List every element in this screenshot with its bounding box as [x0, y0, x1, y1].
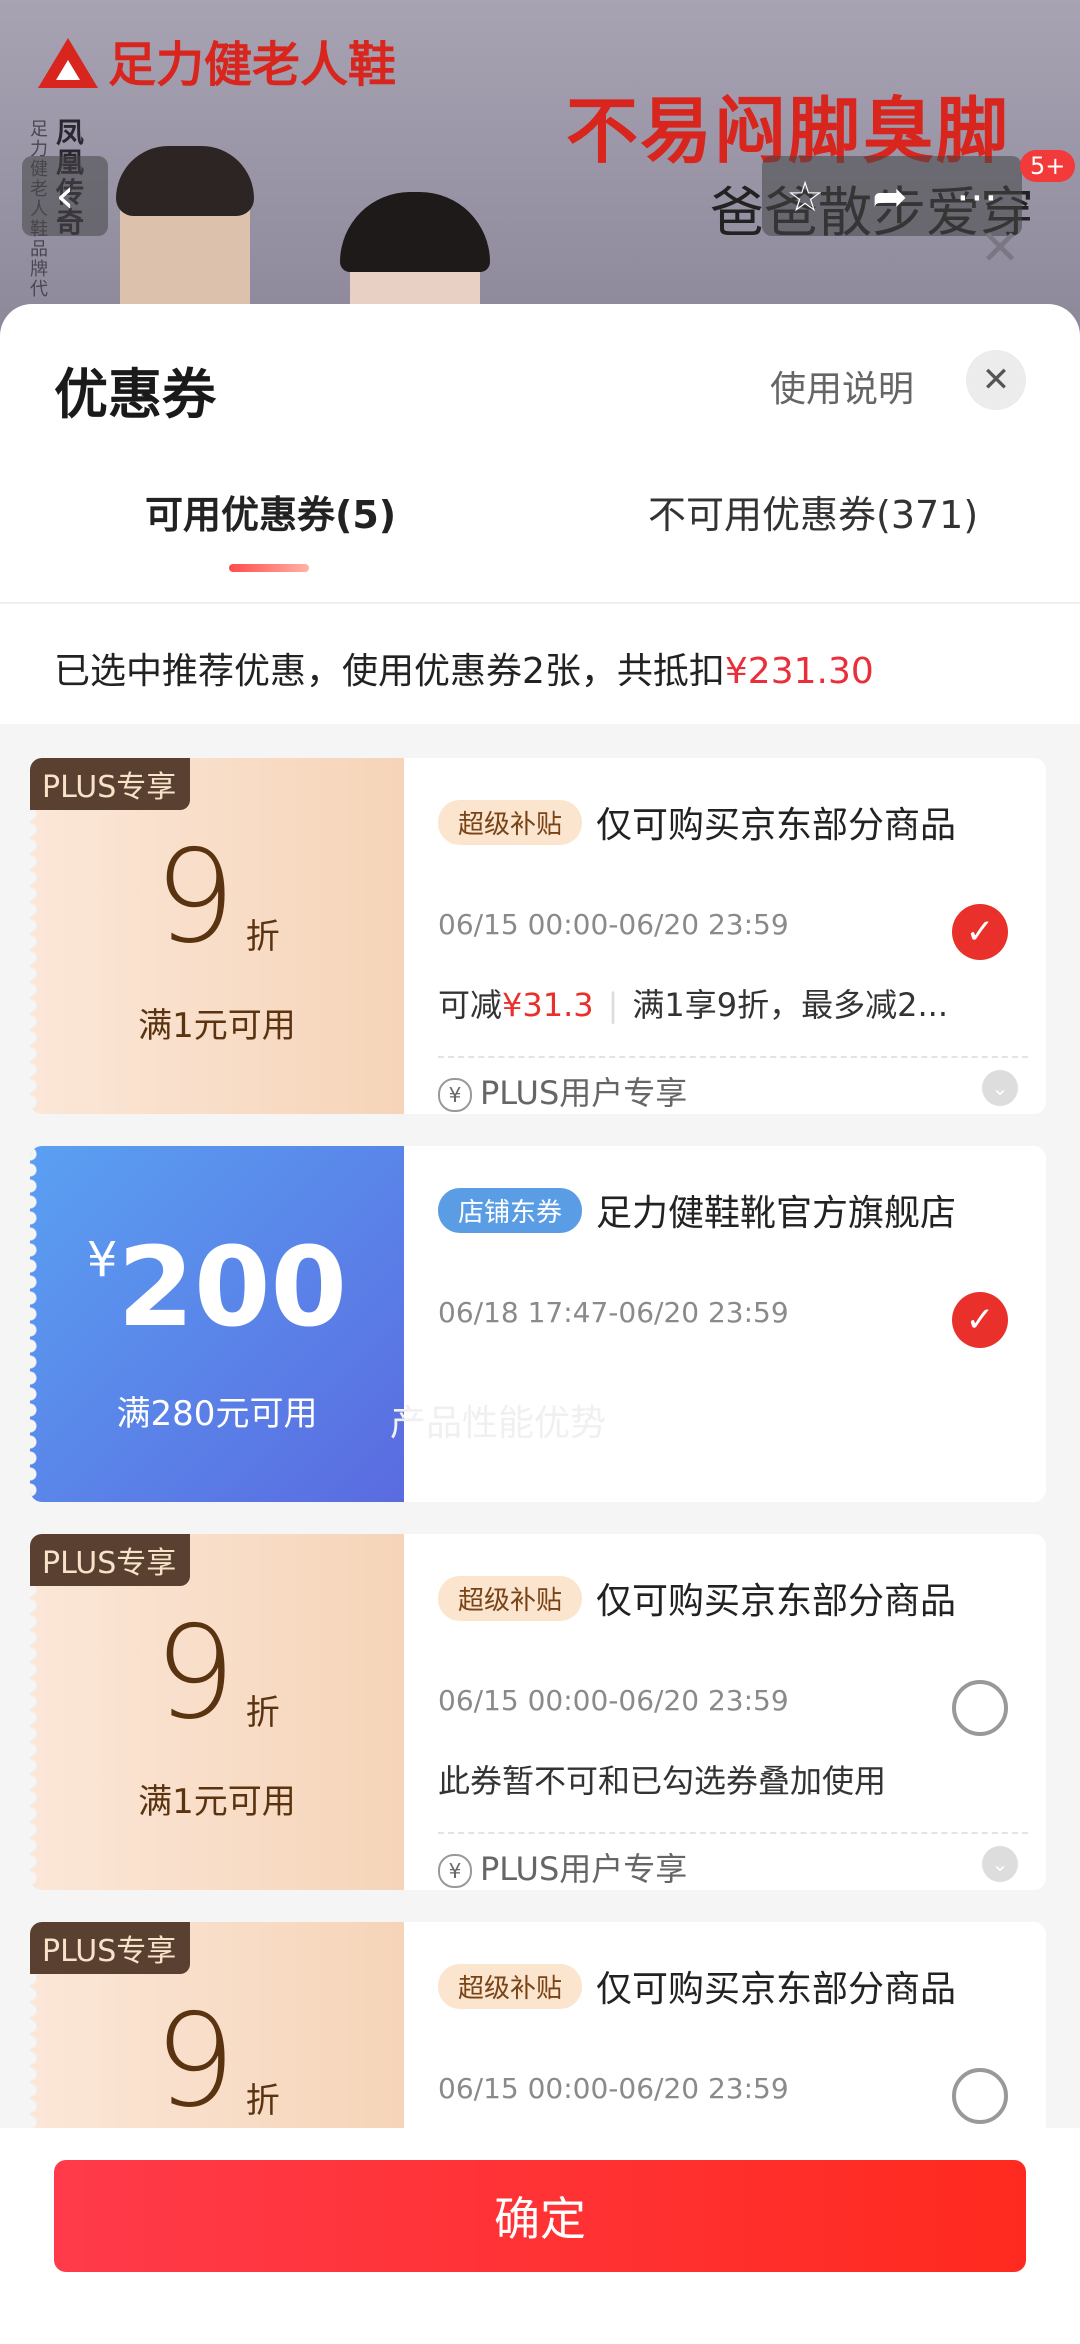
- coupon-amount: ¥200: [30, 1232, 404, 1342]
- coupon-condition: 满280元可用: [116, 1394, 318, 1434]
- brand-name: 足力健老人鞋: [108, 37, 397, 93]
- coupon-validity: 06/15 00:00-06/20 23:59: [438, 908, 789, 941]
- coupon-type-tag: 店铺东券: [438, 1187, 583, 1233]
- discount-number: 9: [154, 1599, 236, 1748]
- divider: [0, 602, 1080, 604]
- yen-icon: ¥: [438, 1854, 472, 1888]
- coupon-condition: 满1元可用: [138, 1782, 296, 1822]
- product-banner: 足力健老人鞋 足力健老人鞋品牌代 凤凰传奇 不易闷脚臭脚 爸爸散步爱穿 ‹ ☆ …: [0, 0, 1080, 340]
- coupon-stack-notice: 此券暂不可和已勾选券叠加使用: [438, 1762, 887, 1800]
- reduce-rule: 满1享9折，最多减2...: [632, 986, 949, 1024]
- message-badge: 5+: [1020, 150, 1076, 182]
- coupon-sheet: 优惠券 使用说明 ✕ 可用优惠券(5) 不可用优惠券(371) 已选中推荐优惠，…: [0, 304, 1080, 2344]
- tab-available-coupons[interactable]: 可用优惠券(5): [145, 484, 396, 539]
- discount-value: 9折: [30, 834, 404, 962]
- coupon-value-panel: ¥200 满280元可用: [30, 1146, 404, 1502]
- discount-value: 9折: [30, 1998, 404, 2126]
- coupon-value-panel: PLUS专享 9折 满1元可用: [30, 1534, 404, 1890]
- coupon-reduction: 可减¥31.3 | 满1享9折，最多减2...: [438, 980, 948, 1026]
- brand-logo: 足力健老人鞋: [38, 25, 396, 95]
- more-icon[interactable]: ⋯: [956, 172, 998, 221]
- coupon-details: 超级补贴 仅可购买京东部分商品 06/15 00:00-06/20 23:59 ✓…: [404, 758, 1046, 1114]
- brand-logo-icon: [38, 32, 98, 88]
- coupon-type-tag: 超级补贴: [438, 1963, 583, 2009]
- currency-symbol: ¥: [86, 1232, 118, 1288]
- confirm-button[interactable]: 确定: [54, 2160, 1026, 2272]
- check-icon: ✓: [965, 912, 995, 952]
- selection-summary: 已选中推荐优惠，使用优惠券2张，共抵扣¥231.30: [54, 642, 874, 694]
- coupon-validity: 06/15 00:00-06/20 23:59: [438, 1684, 789, 1717]
- coupon-card[interactable]: ¥200 满280元可用 店铺东券 足力健鞋靴官方旗舰店 06/18 17:47-…: [30, 1146, 1046, 1502]
- plus-user-text: PLUS用户专享: [480, 1850, 688, 1888]
- chevron-down-icon[interactable]: ⌄: [982, 1846, 1018, 1882]
- close-button[interactable]: ✕: [966, 350, 1026, 410]
- dashed-divider: [438, 1832, 1028, 1834]
- coupon-title: 仅可购买京东部分商品: [596, 1969, 957, 2010]
- plus-user-note: ¥ PLUS用户专享: [438, 1068, 687, 1114]
- amount-number: 200: [117, 1223, 348, 1351]
- coupon-value-panel: PLUS专享 9折: [30, 1922, 404, 2144]
- discount-unit: 折: [245, 2081, 280, 2121]
- plus-exclusive-tag: PLUS专享: [30, 758, 191, 810]
- coupon-title: 仅可购买京东部分商品: [596, 1581, 957, 1622]
- coupon-card[interactable]: PLUS专享 9折 满1元可用 超级补贴 仅可购买京东部分商品 06/15 00:…: [30, 758, 1046, 1114]
- coupon-details: 店铺东券 足力健鞋靴官方旗舰店 06/18 17:47-06/20 23:59 ✓: [404, 1146, 1046, 1502]
- close-icon: ✕: [981, 360, 1011, 400]
- coupon-card[interactable]: PLUS专享 9折 满1元可用 超级补贴 仅可购买京东部分商品 06/15 00:…: [30, 1534, 1046, 1890]
- bottom-bar: 确定: [0, 2128, 1080, 2344]
- coupon-type-tag: 超级补贴: [438, 1575, 583, 1621]
- coupon-card[interactable]: PLUS专享 9折 超级补贴 仅可购买京东部分商品 06/15 00:00-06/…: [30, 1922, 1046, 2144]
- discount-number: 9: [154, 1987, 236, 2136]
- close-icon: ✕: [980, 220, 1021, 276]
- coupon-checkbox[interactable]: ✓: [952, 904, 1008, 960]
- coupon-headline: 超级补贴 仅可购买京东部分商品: [438, 1960, 956, 2012]
- plus-exclusive-tag: PLUS专享: [30, 1922, 191, 1974]
- plus-user-note: ¥ PLUS用户专享: [438, 1844, 687, 1890]
- coupon-title: 仅可购买京东部分商品: [596, 805, 957, 846]
- yen-icon: ¥: [438, 1078, 472, 1112]
- watermark: 产品性能优势: [390, 1403, 607, 1444]
- discount-value: 9折: [30, 1610, 404, 1738]
- coupon-headline: 超级补贴 仅可购买京东部分商品: [438, 796, 956, 848]
- coupon-headline: 超级补贴 仅可购买京东部分商品: [438, 1572, 956, 1624]
- discount-number: 9: [154, 823, 236, 972]
- sheet-title: 优惠券: [54, 363, 216, 426]
- active-tab-indicator: [229, 564, 309, 572]
- coupon-condition: 满1元可用: [138, 1006, 296, 1046]
- chevron-down-icon[interactable]: ⌄: [982, 1070, 1018, 1106]
- check-icon: ✓: [965, 1300, 995, 1340]
- coupon-headline: 店铺东券 足力健鞋靴官方旗舰店: [438, 1184, 956, 1236]
- back-button[interactable]: ‹: [22, 156, 108, 236]
- discount-unit: 折: [245, 917, 280, 957]
- reduce-prefix: 可减: [438, 986, 503, 1024]
- star-icon[interactable]: ☆: [786, 172, 824, 221]
- share-icon[interactable]: ➦: [872, 172, 907, 221]
- reduce-amount: ¥31.3: [502, 986, 594, 1024]
- coupon-checkbox[interactable]: [952, 1680, 1008, 1736]
- coupon-validity: 06/18 17:47-06/20 23:59: [438, 1296, 789, 1329]
- coupon-tabs: 可用优惠券(5) 不可用优惠券(371): [0, 484, 1080, 604]
- coupon-type-tag: 超级补贴: [438, 799, 583, 845]
- chevron-left-icon: ‹: [55, 168, 75, 224]
- summary-text: 已选中推荐优惠，使用优惠券2张，共抵扣: [54, 651, 725, 692]
- plus-user-text: PLUS用户专享: [480, 1074, 688, 1112]
- plus-exclusive-tag: PLUS专享: [30, 1534, 191, 1586]
- separator: |: [607, 986, 619, 1024]
- tab-unavailable-coupons[interactable]: 不可用优惠券(371): [648, 484, 978, 539]
- dashed-divider: [438, 1056, 1028, 1058]
- discount-unit: 折: [245, 1693, 280, 1733]
- coupon-validity: 06/15 00:00-06/20 23:59: [438, 2072, 789, 2105]
- summary-amount: ¥231.30: [724, 651, 874, 692]
- coupon-value-panel: PLUS专享 9折 满1元可用: [30, 758, 404, 1114]
- coupon-checkbox[interactable]: [952, 2068, 1008, 2124]
- coupon-details: 超级补贴 仅可购买京东部分商品 06/15 00:00-06/20 23:59 此…: [404, 1534, 1046, 1890]
- coupon-checkbox[interactable]: ✓: [952, 1292, 1008, 1348]
- coupon-title: 足力健鞋靴官方旗舰店: [596, 1193, 957, 1234]
- usage-instructions-link[interactable]: 使用说明: [770, 360, 914, 412]
- coupon-details: 超级补贴 仅可购买京东部分商品 06/15 00:00-06/20 23:59: [404, 1922, 1046, 2144]
